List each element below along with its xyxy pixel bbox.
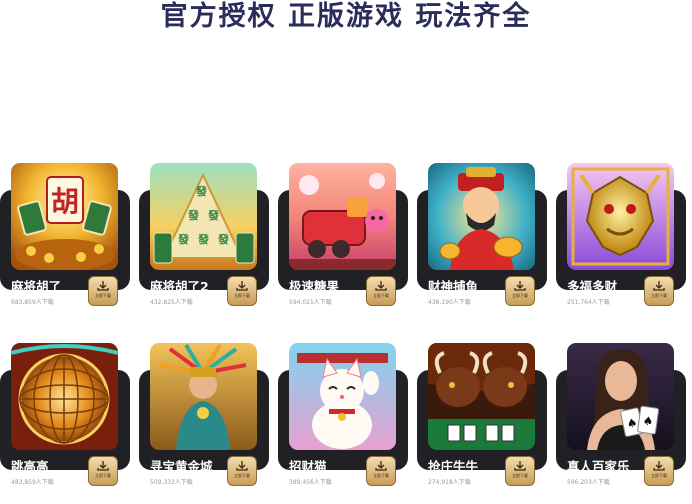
- download-count: 594,021人下载: [289, 299, 332, 306]
- game-card-lucky-cat[interactable]: 招财猫 389,456人下载 立即下载: [278, 343, 408, 486]
- download-icon: [236, 281, 248, 291]
- download-icon: [375, 281, 387, 291]
- game-title: 麻将胡了2: [150, 279, 209, 294]
- download-icon: [653, 461, 665, 471]
- download-icon: [514, 281, 526, 291]
- game-card-mahjong-ways[interactable]: 胡 麻将胡了 683,859人下载 立即下载: [0, 163, 130, 306]
- download-button-label: 立即下载: [95, 473, 111, 478]
- game-thumbnail[interactable]: [428, 163, 535, 270]
- game-thumbnail[interactable]: [289, 163, 396, 270]
- download-count: 438,190人下载: [428, 299, 471, 306]
- download-button-label: 立即下载: [651, 473, 667, 478]
- game-card-baccarat[interactable]: ♠ ♠ 真人百家乐 596,203人下载 立即下载: [556, 343, 686, 486]
- game-thumbnail[interactable]: [11, 343, 118, 450]
- game-thumbnail[interactable]: ♠ ♠: [567, 343, 674, 450]
- game-title: 抢庄牛牛: [428, 459, 479, 474]
- svg-text:發: 發: [197, 232, 210, 246]
- download-button[interactable]: 立即下载: [366, 456, 396, 486]
- game-thumbnail[interactable]: 胡: [11, 163, 118, 270]
- game-title: 麻将胡了: [11, 279, 62, 294]
- svg-text:發: 發: [207, 208, 220, 222]
- download-button[interactable]: 立即下载: [505, 456, 535, 486]
- game-title: 招财猫: [289, 459, 327, 474]
- download-button-label: 立即下载: [373, 473, 389, 478]
- download-button-label: 立即下载: [512, 473, 528, 478]
- download-count: 483,859人下载: [11, 479, 54, 486]
- game-title: 真人百家乐: [567, 459, 630, 474]
- page-headline: 官方授权 正版游戏 玩法齐全: [160, 1, 532, 32]
- download-button[interactable]: 立即下载: [227, 456, 257, 486]
- download-icon: [236, 461, 248, 471]
- download-button[interactable]: 立即下载: [366, 276, 396, 306]
- game-card-bull-fight[interactable]: 抢庄牛牛 274,918人下载 立即下载: [417, 343, 547, 486]
- download-button-label: 立即下载: [95, 293, 111, 298]
- download-button[interactable]: 立即下载: [644, 456, 674, 486]
- game-title: 极速糖果: [289, 279, 340, 294]
- game-thumbnail[interactable]: [289, 343, 396, 450]
- game-title: 寻宝黄金城: [150, 459, 213, 474]
- game-title: 多福多财: [567, 279, 618, 294]
- svg-text:發: 發: [177, 232, 190, 246]
- svg-text:♠: ♠: [642, 413, 655, 428]
- download-count: 683,859人下载: [11, 299, 54, 306]
- svg-text:發: 發: [217, 232, 230, 246]
- download-button[interactable]: 立即下载: [88, 456, 118, 486]
- download-button[interactable]: 立即下载: [88, 276, 118, 306]
- download-count: 596,203人下载: [567, 479, 610, 486]
- download-button-label: 立即下载: [512, 293, 528, 298]
- game-title: 跳高高: [11, 459, 49, 474]
- download-button[interactable]: 立即下载: [505, 276, 535, 306]
- download-icon: [97, 461, 109, 471]
- download-button-label: 立即下载: [373, 293, 389, 298]
- download-button[interactable]: 立即下载: [227, 276, 257, 306]
- download-count: 274,918人下载: [428, 479, 471, 486]
- download-button-label: 立即下载: [651, 293, 667, 298]
- game-card-fortune-dragon[interactable]: 多福多财 251,764人下载 立即下载: [556, 163, 686, 306]
- download-icon: [97, 281, 109, 291]
- download-icon: [375, 461, 387, 471]
- game-title: 财神捕鱼: [428, 279, 479, 294]
- game-card-gold-treasure[interactable]: 寻宝黄金城 509,332人下载 立即下载: [139, 343, 269, 486]
- game-thumbnail[interactable]: [150, 343, 257, 450]
- download-button-label: 立即下载: [234, 473, 250, 478]
- game-thumbnail[interactable]: [567, 163, 674, 270]
- download-count: 389,456人下载: [289, 479, 332, 486]
- game-card-mahjong-ways-2[interactable]: 發發發 發發發 麻将胡了2 432,825人下载 立即下载: [139, 163, 269, 306]
- download-icon: [653, 281, 665, 291]
- svg-text:發: 發: [195, 184, 208, 198]
- game-card-fortune-fishing[interactable]: 财神捕鱼 438,190人下载 立即下载: [417, 163, 547, 306]
- game-thumbnail[interactable]: [428, 343, 535, 450]
- download-count: 251,764人下载: [567, 299, 610, 306]
- game-thumbnail[interactable]: 發發發 發發發: [150, 163, 257, 270]
- download-count: 509,332人下载: [150, 479, 193, 486]
- svg-text:發: 發: [187, 208, 200, 222]
- download-button[interactable]: 立即下载: [644, 276, 674, 306]
- download-button-label: 立即下载: [234, 293, 250, 298]
- game-card-candy-express[interactable]: 极速糖果 594,021人下载 立即下载: [278, 163, 408, 306]
- game-card-high-jump[interactable]: 跳高高 483,859人下载 立即下载: [0, 343, 130, 486]
- download-icon: [514, 461, 526, 471]
- download-count: 432,825人下载: [150, 299, 193, 306]
- svg-text:胡: 胡: [51, 185, 79, 218]
